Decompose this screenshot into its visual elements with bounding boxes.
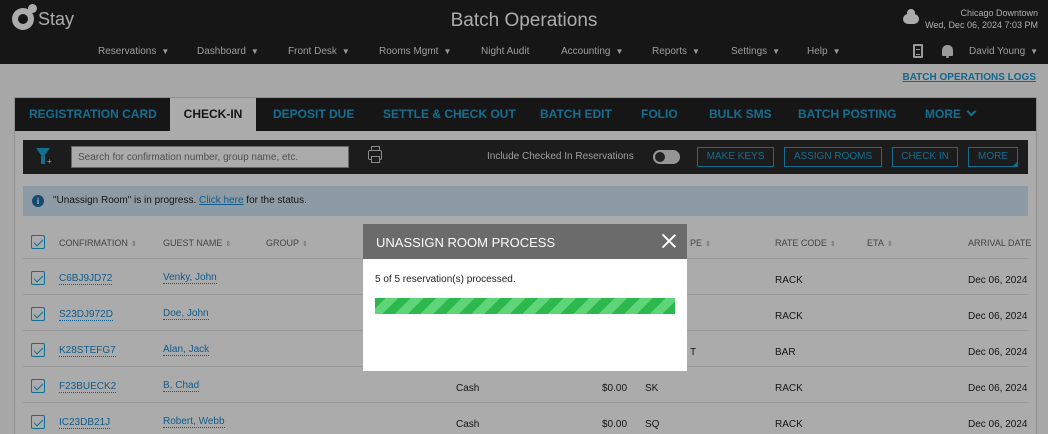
modal-header: UNASSIGN ROOM PROCESS: [363, 224, 687, 259]
progress-fill: [375, 298, 675, 314]
unassign-room-modal: UNASSIGN ROOM PROCESS 5 of 5 reservation…: [363, 224, 687, 371]
close-icon[interactable]: [661, 233, 677, 249]
modal-title: UNASSIGN ROOM PROCESS: [376, 235, 556, 250]
progress-bar: [375, 298, 675, 314]
progress-message: 5 of 5 reservation(s) processed.: [375, 274, 516, 285]
